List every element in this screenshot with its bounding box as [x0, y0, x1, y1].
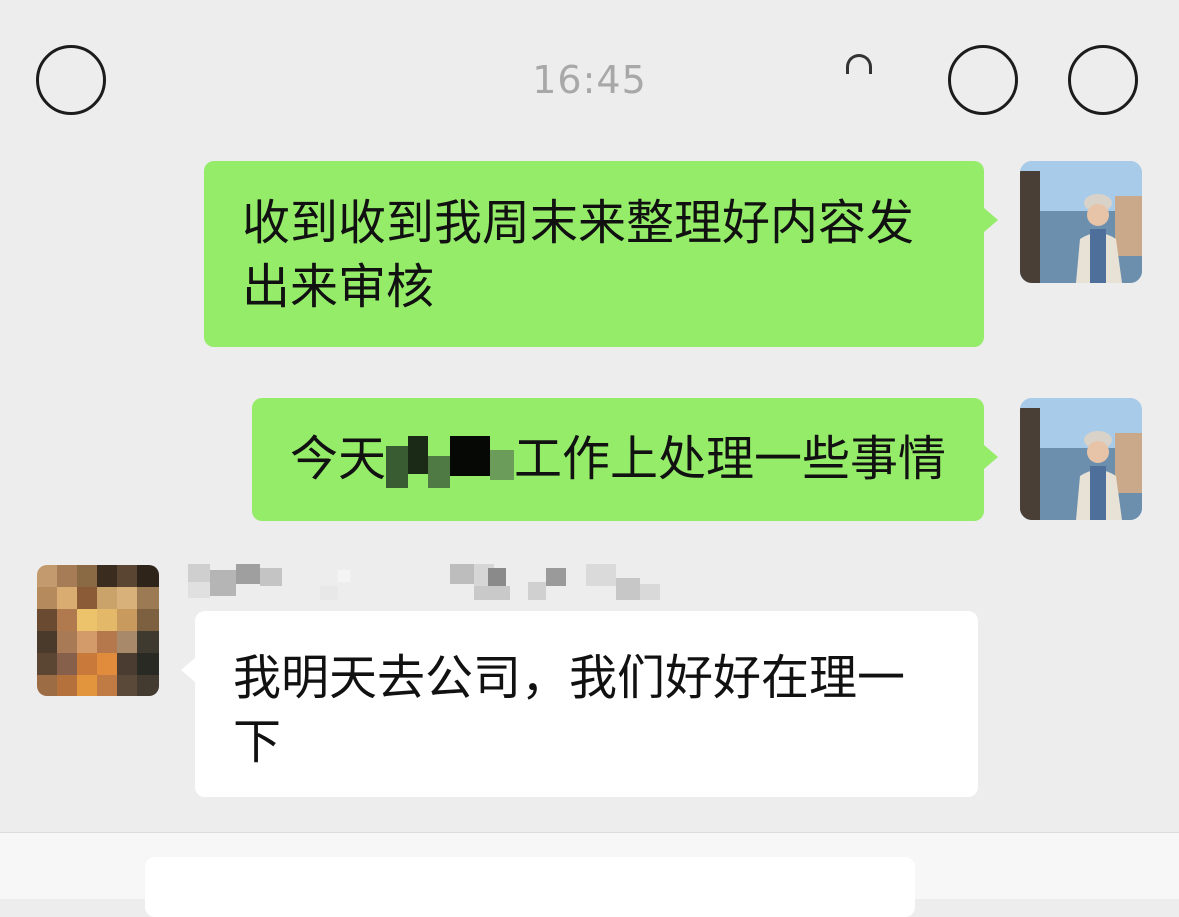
contact-avatar[interactable]	[37, 565, 159, 696]
plus-icon[interactable]	[1068, 45, 1138, 115]
incoming-message-bubble[interactable]: 我明天去公司，我们好好在理一下	[181, 611, 978, 797]
self-avatar[interactable]	[1020, 161, 1142, 283]
redacted-area	[386, 436, 515, 488]
message-text-start: 今天	[290, 431, 387, 487]
sender-name-redacted	[188, 564, 668, 604]
message-text: 我明天去公司，我们好好在理一下	[233, 650, 906, 770]
bubble-tail	[984, 208, 998, 232]
input-bar	[0, 832, 1179, 917]
outgoing-message-bubble[interactable]: 收到收到我周末来整理好内容发出来审核	[204, 161, 998, 347]
self-avatar[interactable]	[1020, 398, 1142, 520]
message-text: 收到收到我周末来整理好内容发出来审核	[242, 195, 915, 315]
outgoing-message-bubble[interactable]: 今天 工作上处理一些事情	[252, 398, 998, 521]
dictation-icon[interactable]	[846, 54, 872, 74]
message-input[interactable]	[145, 857, 915, 917]
bubble-tail	[984, 445, 998, 469]
bubble-tail	[181, 658, 195, 682]
emoji-icon[interactable]	[948, 45, 1018, 115]
message-text-end: 工作上处理一些事情	[514, 431, 947, 487]
voice-icon[interactable]	[36, 45, 106, 115]
